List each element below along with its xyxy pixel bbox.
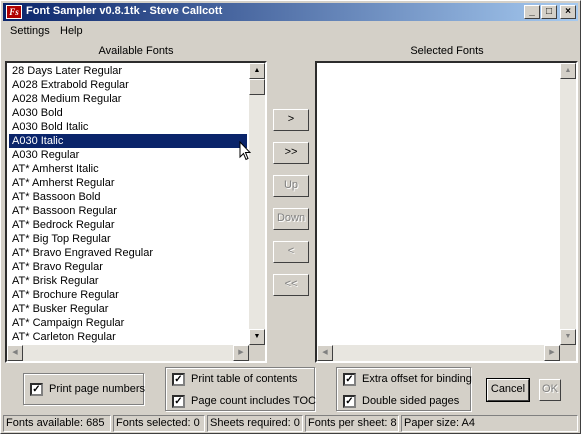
- selected-scroll-down-button[interactable]: ▼: [560, 329, 576, 345]
- available-hscroll[interactable]: ◀ ▶: [7, 345, 249, 361]
- selected-scroll-left-button[interactable]: ◀: [317, 345, 333, 361]
- title-bar[interactable]: Fs Font Sampler v0.8.1tk - Steve Callcot…: [3, 3, 578, 21]
- mouse-cursor-icon: [239, 141, 251, 161]
- scroll-thumb[interactable]: [249, 79, 265, 95]
- check-icon: ✓: [172, 372, 185, 386]
- menu-help[interactable]: Help: [60, 25, 83, 37]
- selected-scroll-corner: [560, 345, 576, 361]
- available-fonts-list[interactable]: 28 Days Later Regular A028 Extrabold Regu…: [5, 61, 267, 363]
- move-up-button[interactable]: Up: [273, 175, 309, 197]
- list-item[interactable]: AT* Carleton Regular: [9, 330, 247, 344]
- list-item[interactable]: AT* Bassoon Bold: [9, 190, 247, 204]
- available-fonts-items: 28 Days Later Regular A028 Extrabold Regu…: [9, 64, 247, 344]
- list-item[interactable]: AT* Bravo Engraved Regular: [9, 246, 247, 260]
- maximize-button[interactable]: □: [541, 5, 557, 19]
- close-button[interactable]: ×: [560, 5, 576, 19]
- check-icon: ✓: [172, 394, 185, 408]
- double-sided-label: Double sided pages: [362, 395, 460, 407]
- print-page-numbers-checkbox[interactable]: ✓ Print page numbers: [30, 381, 145, 397]
- add-button[interactable]: >: [273, 109, 309, 131]
- menu-bar: Settings Help: [3, 22, 578, 41]
- list-item[interactable]: AT* Campaign Regular: [9, 316, 247, 330]
- list-item[interactable]: AT* Bassoon Regular: [9, 204, 247, 218]
- list-item[interactable]: A028 Extrabold Regular: [9, 78, 247, 92]
- list-item[interactable]: A030 Bold Italic: [9, 120, 247, 134]
- print-toc-label: Print table of contents: [191, 373, 298, 385]
- binding-group: ✓ Extra offset for binding ✓ Double side…: [336, 367, 472, 411]
- check-icon: ✓: [343, 372, 356, 386]
- print-toc-checkbox[interactable]: ✓ Print table of contents: [172, 371, 297, 387]
- available-vscroll[interactable]: ▲ ▼: [249, 63, 265, 345]
- status-fonts-available: Fonts available: 685: [3, 415, 111, 432]
- list-item[interactable]: A028 Medium Regular: [9, 92, 247, 106]
- add-all-button[interactable]: >>: [273, 142, 309, 164]
- selected-fonts-list[interactable]: ▲ ▼ ◀ ▶: [315, 61, 578, 363]
- extra-offset-checkbox[interactable]: ✓ Extra offset for binding: [343, 371, 472, 387]
- remove-button[interactable]: <: [273, 241, 309, 263]
- cancel-button[interactable]: Cancel: [486, 378, 530, 402]
- check-icon: ✓: [30, 382, 43, 396]
- scroll-left-button[interactable]: ◀: [7, 345, 23, 361]
- status-bar: Fonts available: 685 Fonts selected: 0 S…: [3, 415, 578, 432]
- menu-settings[interactable]: Settings: [10, 25, 50, 37]
- window-title: Font Sampler v0.8.1tk - Steve Callcott: [26, 5, 223, 17]
- check-icon: ✓: [343, 394, 356, 408]
- list-item[interactable]: AT* Brisk Regular: [9, 274, 247, 288]
- scroll-right-button[interactable]: ▶: [233, 345, 249, 361]
- minimize-button[interactable]: _: [524, 5, 540, 19]
- status-fonts-selected: Fonts selected: 0: [113, 415, 205, 432]
- double-sided-checkbox[interactable]: ✓ Double sided pages: [343, 393, 459, 409]
- extra-offset-label: Extra offset for binding: [362, 373, 472, 385]
- list-item[interactable]: AT* Bravo Regular: [9, 260, 247, 274]
- app-icon: Fs: [6, 5, 22, 19]
- toc-group: ✓ Print table of contents ✓ Page count i…: [165, 367, 316, 411]
- list-item[interactable]: A030 Bold: [9, 106, 247, 120]
- list-item[interactable]: AT* Busker Regular: [9, 302, 247, 316]
- status-paper-size: Paper size: A4: [401, 415, 578, 432]
- list-item[interactable]: AT* Amherst Italic: [9, 162, 247, 176]
- selected-vscroll[interactable]: ▲ ▼: [560, 63, 576, 345]
- list-item[interactable]: 28 Days Later Regular: [9, 64, 247, 78]
- print-page-numbers-label: Print page numbers: [49, 383, 145, 395]
- selected-fonts-label: Selected Fonts: [410, 45, 484, 57]
- page-numbers-group: ✓ Print page numbers: [23, 373, 145, 405]
- scroll-corner: [249, 345, 265, 361]
- available-fonts-label: Available Fonts: [98, 45, 174, 57]
- page-count-toc-label: Page count includes TOC: [191, 395, 316, 407]
- scroll-down-button[interactable]: ▼: [249, 329, 265, 345]
- status-sheets-required: Sheets required: 0: [207, 415, 303, 432]
- list-item[interactable]: AT* Big Top Regular: [9, 232, 247, 246]
- move-down-button[interactable]: Down: [273, 208, 309, 230]
- list-item[interactable]: AT* Brochure Regular: [9, 288, 247, 302]
- selected-scroll-right-button[interactable]: ▶: [544, 345, 560, 361]
- selected-hscroll[interactable]: ◀ ▶: [317, 345, 560, 361]
- list-item[interactable]: AT* Bedrock Regular: [9, 218, 247, 232]
- main-window: Fs Font Sampler v0.8.1tk - Steve Callcot…: [0, 0, 581, 434]
- remove-all-button[interactable]: <<: [273, 274, 309, 296]
- ok-button[interactable]: OK: [539, 379, 561, 401]
- list-item[interactable]: A030 Italic: [9, 134, 247, 148]
- scroll-up-button[interactable]: ▲: [249, 63, 265, 79]
- list-item[interactable]: A030 Regular: [9, 148, 247, 162]
- status-fonts-per-sheet: Fonts per sheet: 8: [305, 415, 399, 432]
- page-count-toc-checkbox[interactable]: ✓ Page count includes TOC: [172, 393, 316, 409]
- list-item[interactable]: AT* Amherst Regular: [9, 176, 247, 190]
- selected-scroll-up-button[interactable]: ▲: [560, 63, 576, 79]
